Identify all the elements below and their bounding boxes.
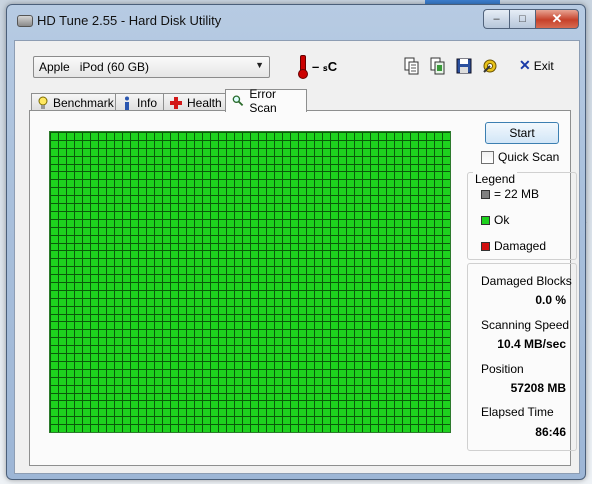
- options-icon[interactable]: [479, 55, 501, 77]
- hdtune-app-icon: [17, 15, 33, 27]
- save-icon[interactable]: [453, 55, 475, 77]
- scanning-speed-label: Scanning Speed: [481, 318, 570, 332]
- minimize-icon: ‒: [493, 13, 500, 25]
- position-label: Position: [481, 362, 524, 376]
- legend-swatch: [481, 215, 490, 225]
- maximize-icon: □: [519, 13, 526, 25]
- legend-item-damaged: Damaged: [481, 239, 546, 253]
- legend-item-block-size: = 22 MB: [481, 187, 539, 201]
- info-icon: [125, 96, 129, 110]
- thermometer-icon: [298, 55, 308, 79]
- copy-screen-icon[interactable]: [427, 55, 449, 77]
- close-icon: ✕: [551, 11, 563, 26]
- magnifier-icon: [232, 95, 244, 107]
- quick-scan-option[interactable]: Quick Scan: [481, 150, 559, 164]
- quick-scan-checkbox[interactable]: [481, 150, 494, 164]
- scan-block-grid: [49, 131, 451, 433]
- hdtune-window: HD Tune 2.55 - Hard Disk Utility ‒ □ ✕ A…: [6, 4, 586, 480]
- toolbar: [401, 55, 501, 77]
- legend-label: Ok: [494, 213, 510, 227]
- tab-label: Benchmark: [53, 96, 114, 110]
- position-value: 57208 MB: [510, 381, 566, 395]
- start-button[interactable]: Start: [485, 122, 559, 144]
- minimize-button[interactable]: ‒: [483, 9, 509, 29]
- lightbulb-icon: [38, 96, 48, 109]
- tab-label: Error Scan: [249, 87, 277, 115]
- window-title: HD Tune 2.55 - Hard Disk Utility: [37, 13, 222, 28]
- tab-label: Info: [137, 96, 158, 110]
- window-controls: ‒ □ ✕: [483, 9, 579, 29]
- scan-statistics: Damaged Blocks 0.0 % Scanning Speed 10.4…: [467, 263, 577, 451]
- elapsed-time-label: Elapsed Time: [481, 405, 554, 419]
- legend-swatch: [481, 189, 490, 199]
- error-scan-panel: Start Quick Scan Legend = 22 MB Ok Damag…: [29, 110, 577, 466]
- legend-swatch: [481, 241, 490, 251]
- tab-label: Health: [187, 96, 222, 110]
- elapsed-time-value: 86:46: [535, 425, 566, 439]
- quick-scan-label: Quick Scan: [498, 150, 560, 164]
- temperature-readout: – ₛC: [312, 59, 338, 74]
- legend-label: = 22 MB: [494, 187, 540, 201]
- main-client-area: Apple iPod (60 GB) ▼ – ₛC ✕ Exit Benchma…: [14, 40, 580, 474]
- scan-block-map: [50, 132, 450, 432]
- damaged-blocks-value: 0.0 %: [535, 293, 566, 307]
- tab-error-scan[interactable]: Error Scan: [225, 87, 307, 115]
- exit-icon: ✕: [519, 57, 531, 73]
- exit-label: Exit: [533, 58, 554, 73]
- legend-group: Legend = 22 MB Ok Damaged: [467, 172, 577, 260]
- legend-label: Damaged: [494, 239, 547, 253]
- drive-select[interactable]: Apple iPod (60 GB) ▼: [33, 56, 270, 78]
- scanning-speed-value: 10.4 MB/sec: [497, 337, 566, 351]
- exit-button[interactable]: ✕ Exit: [519, 57, 554, 74]
- maximize-button[interactable]: □: [509, 9, 535, 29]
- health-cross-icon: [170, 97, 182, 109]
- close-button[interactable]: ✕: [535, 9, 579, 29]
- drive-select-value: Apple iPod (60 GB): [39, 60, 150, 74]
- legend-item-ok: Ok: [481, 213, 509, 227]
- chevron-down-icon[interactable]: ▼: [255, 60, 264, 70]
- copy-info-icon[interactable]: [401, 55, 423, 77]
- title-bar[interactable]: HD Tune 2.55 - Hard Disk Utility ‒ □ ✕: [7, 5, 585, 35]
- damaged-blocks-label: Damaged Blocks: [481, 274, 572, 288]
- legend-title: Legend: [473, 172, 518, 186]
